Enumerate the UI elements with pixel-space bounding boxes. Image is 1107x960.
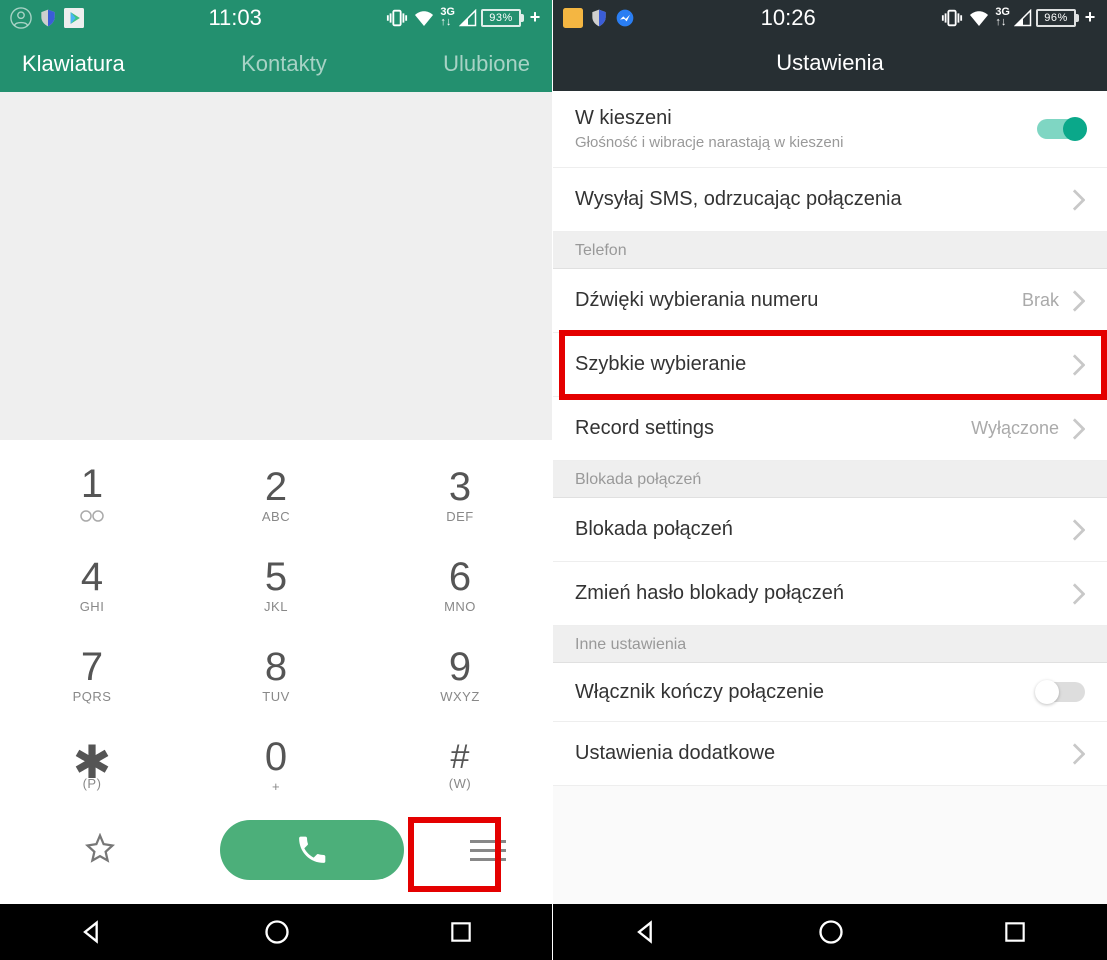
network-3g-label: 3G↑↓ bbox=[440, 8, 455, 28]
key-0[interactable]: 0+ bbox=[196, 722, 356, 808]
nav-back-button[interactable] bbox=[632, 918, 660, 946]
battery-indicator: 93% bbox=[481, 9, 524, 27]
key-hash[interactable]: #(W) bbox=[380, 722, 540, 808]
setting-sms-reject[interactable]: Wysyłaj SMS, odrzucając połączenia bbox=[553, 168, 1107, 232]
charging-icon: + bbox=[1083, 11, 1097, 25]
key-6[interactable]: 6MNO bbox=[380, 542, 540, 628]
status-bar: 11:03 3G↑↓ 93% + bbox=[0, 0, 552, 35]
charging-icon: + bbox=[528, 11, 542, 25]
key-9[interactable]: 9WXYZ bbox=[380, 632, 540, 718]
wifi-icon bbox=[967, 6, 991, 30]
tab-keyboard[interactable]: Klawiatura bbox=[22, 51, 125, 77]
toggle-pocket[interactable] bbox=[1037, 119, 1085, 139]
menu-button[interactable] bbox=[444, 820, 532, 880]
tab-contacts[interactable]: Kontakty bbox=[241, 51, 327, 77]
setting-block-password[interactable]: Zmień hasło blokady połączeń bbox=[553, 562, 1107, 626]
section-call-block: Blokada połączeń bbox=[553, 461, 1107, 498]
nav-recent-button[interactable] bbox=[448, 919, 474, 945]
nav-recent-button[interactable] bbox=[1002, 919, 1028, 945]
setting-additional[interactable]: Ustawienia dodatkowe bbox=[553, 722, 1107, 786]
navigation-bar bbox=[553, 904, 1107, 960]
key-4[interactable]: 4GHI bbox=[12, 542, 172, 628]
section-other: Inne ustawienia bbox=[553, 626, 1107, 663]
settings-screen: 10:26 3G↑↓ 96% + Ustawienia W kieszeni G… bbox=[553, 0, 1107, 960]
dialer-screen: 11:03 3G↑↓ 93% + Klawiatura Kontakty Ulu… bbox=[0, 0, 553, 960]
setting-pocket[interactable]: W kieszeni Głośność i wibracje narastają… bbox=[553, 91, 1107, 168]
key-2[interactable]: 2ABC bbox=[196, 452, 356, 538]
shield-icon bbox=[38, 8, 58, 28]
status-bar: 10:26 3G↑↓ 96% + bbox=[553, 0, 1107, 35]
dialer-display bbox=[0, 92, 552, 440]
setting-dialtones[interactable]: Dźwięki wybierania numeru Brak bbox=[553, 269, 1107, 333]
phone-icon bbox=[295, 833, 329, 867]
wifi-icon bbox=[412, 6, 436, 30]
nav-back-button[interactable] bbox=[78, 918, 106, 946]
menu-icon bbox=[470, 840, 506, 843]
chevron-right-icon bbox=[1071, 354, 1085, 376]
key-star[interactable]: ✱(P) bbox=[12, 722, 172, 808]
key-1[interactable]: 1 bbox=[12, 452, 172, 538]
clock: 11:03 bbox=[84, 5, 386, 31]
key-8[interactable]: 8TUV bbox=[196, 632, 356, 718]
key-7[interactable]: 7PQRS bbox=[12, 632, 172, 718]
setting-record[interactable]: Record settings Wyłączone bbox=[553, 397, 1107, 461]
clock: 10:26 bbox=[635, 5, 941, 31]
dialer-tabs: Klawiatura Kontakty Ulubione bbox=[0, 35, 552, 92]
app-icon bbox=[563, 8, 583, 28]
key-5[interactable]: 5JKL bbox=[196, 542, 356, 628]
toggle-power-end[interactable] bbox=[1037, 682, 1085, 702]
key-3[interactable]: 3DEF bbox=[380, 452, 540, 538]
chevron-right-icon bbox=[1071, 583, 1085, 605]
signal-icon bbox=[1014, 9, 1032, 27]
setting-call-block[interactable]: Blokada połączeń bbox=[553, 498, 1107, 562]
tab-favorites[interactable]: Ulubione bbox=[443, 51, 530, 77]
chevron-right-icon bbox=[1071, 418, 1085, 440]
dialer-keypad: 1 2ABC 3DEF 4GHI 5JKL 6MNO 7PQRS 8TUV 9W… bbox=[0, 440, 552, 904]
chevron-right-icon bbox=[1071, 189, 1085, 211]
star-icon bbox=[85, 833, 115, 863]
chevron-right-icon bbox=[1071, 743, 1085, 765]
setting-speed-dial[interactable]: Szybkie wybieranie bbox=[553, 333, 1107, 397]
page-title: Ustawienia bbox=[553, 35, 1107, 91]
vibrate-icon bbox=[386, 7, 408, 29]
shield-icon bbox=[589, 8, 609, 28]
star-button[interactable] bbox=[20, 833, 180, 868]
settings-list: W kieszeni Głośność i wibracje narastają… bbox=[553, 91, 1107, 904]
section-phone: Telefon bbox=[553, 232, 1107, 269]
nav-home-button[interactable] bbox=[817, 918, 845, 946]
setting-power-end-call[interactable]: Włącznik kończy połączenie bbox=[553, 663, 1107, 722]
vibrate-icon bbox=[941, 7, 963, 29]
signal-icon bbox=[459, 9, 477, 27]
chevron-right-icon bbox=[1071, 290, 1085, 312]
battery-indicator: 96% bbox=[1036, 9, 1079, 27]
navigation-bar bbox=[0, 904, 552, 960]
chevron-right-icon bbox=[1071, 519, 1085, 541]
nav-home-button[interactable] bbox=[263, 918, 291, 946]
contact-icon bbox=[10, 7, 32, 29]
network-3g-label: 3G↑↓ bbox=[995, 8, 1010, 28]
play-store-icon bbox=[64, 8, 84, 28]
messenger-icon bbox=[615, 8, 635, 28]
call-button[interactable] bbox=[220, 820, 404, 880]
